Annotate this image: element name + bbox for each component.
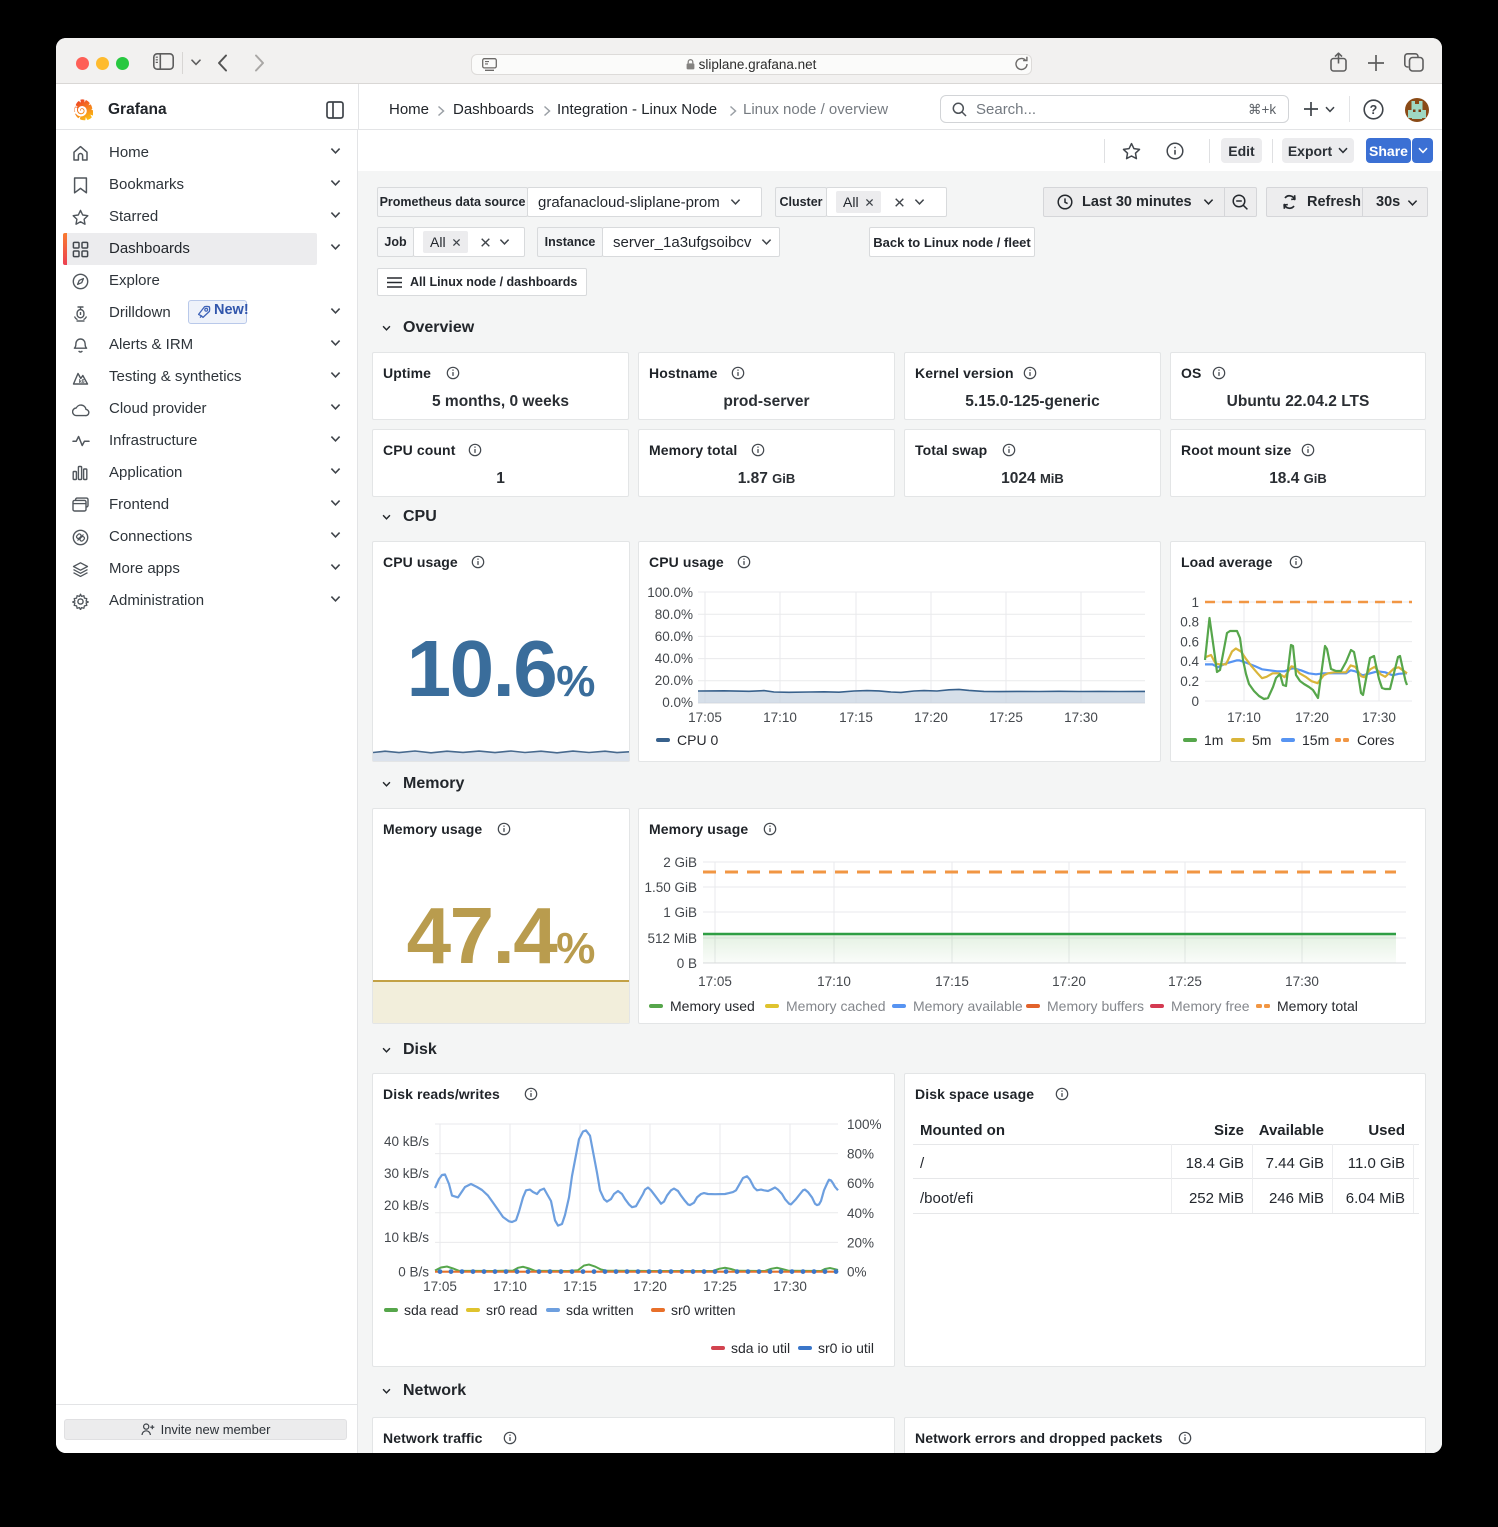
svg-text:17:25: 17:25 [1168,974,1202,989]
svg-text:10 kB/s: 10 kB/s [384,1230,429,1245]
svg-text:17:25: 17:25 [703,1279,737,1294]
svg-text:512 MiB: 512 MiB [647,931,697,946]
svg-text:CPU 0: CPU 0 [677,732,718,748]
svg-text:17:10: 17:10 [817,974,851,989]
svg-text:20 kB/s: 20 kB/s [384,1198,429,1213]
svg-text:17:15: 17:15 [563,1279,597,1294]
svg-text:0.8: 0.8 [1180,615,1199,630]
svg-text:1.50 GiB: 1.50 GiB [644,880,697,895]
svg-text:0 B/s: 0 B/s [398,1265,429,1280]
svg-text:17:30: 17:30 [773,1279,807,1294]
svg-text:0.4: 0.4 [1180,654,1199,669]
svg-text:17:20: 17:20 [914,710,948,725]
svg-text:40.0%: 40.0% [655,651,693,666]
svg-text:?: ? [1370,103,1378,117]
svg-text:17:30: 17:30 [1064,710,1098,725]
svg-text:Memory used: Memory used [670,998,755,1014]
svg-text:0.6: 0.6 [1180,634,1199,649]
svg-text:80%: 80% [847,1147,874,1162]
svg-text:Memory cached: Memory cached [786,998,886,1014]
svg-text:sr0 written: sr0 written [671,1302,736,1318]
svg-text:17:20: 17:20 [1295,710,1329,725]
svg-text:2 GiB: 2 GiB [663,855,697,870]
svg-text:1: 1 [1191,595,1199,610]
svg-text:17:20: 17:20 [1052,974,1086,989]
svg-text:Memory available: Memory available [913,998,1023,1014]
svg-text:17:30: 17:30 [1285,974,1319,989]
svg-text:80.0%: 80.0% [655,607,693,622]
svg-text:sr0 io util: sr0 io util [818,1340,874,1356]
svg-text:17:30: 17:30 [1362,710,1396,725]
svg-text:17:15: 17:15 [839,710,873,725]
svg-text:Memory buffers: Memory buffers [1047,998,1144,1014]
svg-text:60.0%: 60.0% [655,629,693,644]
svg-text:100%: 100% [847,1117,882,1132]
svg-text:sda io util: sda io util [731,1340,790,1356]
svg-text:1 GiB: 1 GiB [663,905,697,920]
svg-text:20.0%: 20.0% [655,673,693,688]
svg-text:30 kB/s: 30 kB/s [384,1166,429,1181]
svg-text:17:10: 17:10 [763,710,797,725]
svg-text:15m: 15m [1302,732,1329,748]
svg-text:sr0 read: sr0 read [486,1302,537,1318]
svg-text:17:05: 17:05 [423,1279,457,1294]
svg-text:0.2: 0.2 [1180,674,1199,689]
svg-text:5m: 5m [1252,732,1271,748]
svg-text:40%: 40% [847,1206,874,1221]
svg-text:Memory free: Memory free [1171,998,1250,1014]
svg-text:100.0%: 100.0% [647,585,693,600]
svg-text:17:10: 17:10 [493,1279,527,1294]
svg-text:Cores: Cores [1357,732,1394,748]
svg-text:20%: 20% [847,1235,874,1250]
svg-text:0 B: 0 B [677,956,697,971]
svg-text:17:15: 17:15 [935,974,969,989]
svg-text:17:05: 17:05 [688,710,722,725]
svg-text:60%: 60% [847,1176,874,1191]
svg-text:40 kB/s: 40 kB/s [384,1134,429,1149]
svg-text:sda written: sda written [566,1302,634,1318]
svg-text:0.0%: 0.0% [662,695,693,710]
svg-text:0: 0 [1191,694,1199,709]
svg-text:17:10: 17:10 [1227,710,1261,725]
svg-text:0%: 0% [847,1265,867,1280]
svg-text:sda read: sda read [404,1302,458,1318]
svg-text:k6: k6 [79,379,85,385]
svg-text:17:20: 17:20 [633,1279,667,1294]
svg-text:Memory total: Memory total [1277,998,1358,1014]
svg-text:17:25: 17:25 [989,710,1023,725]
svg-text:17:05: 17:05 [698,974,732,989]
svg-text:1m: 1m [1204,732,1223,748]
